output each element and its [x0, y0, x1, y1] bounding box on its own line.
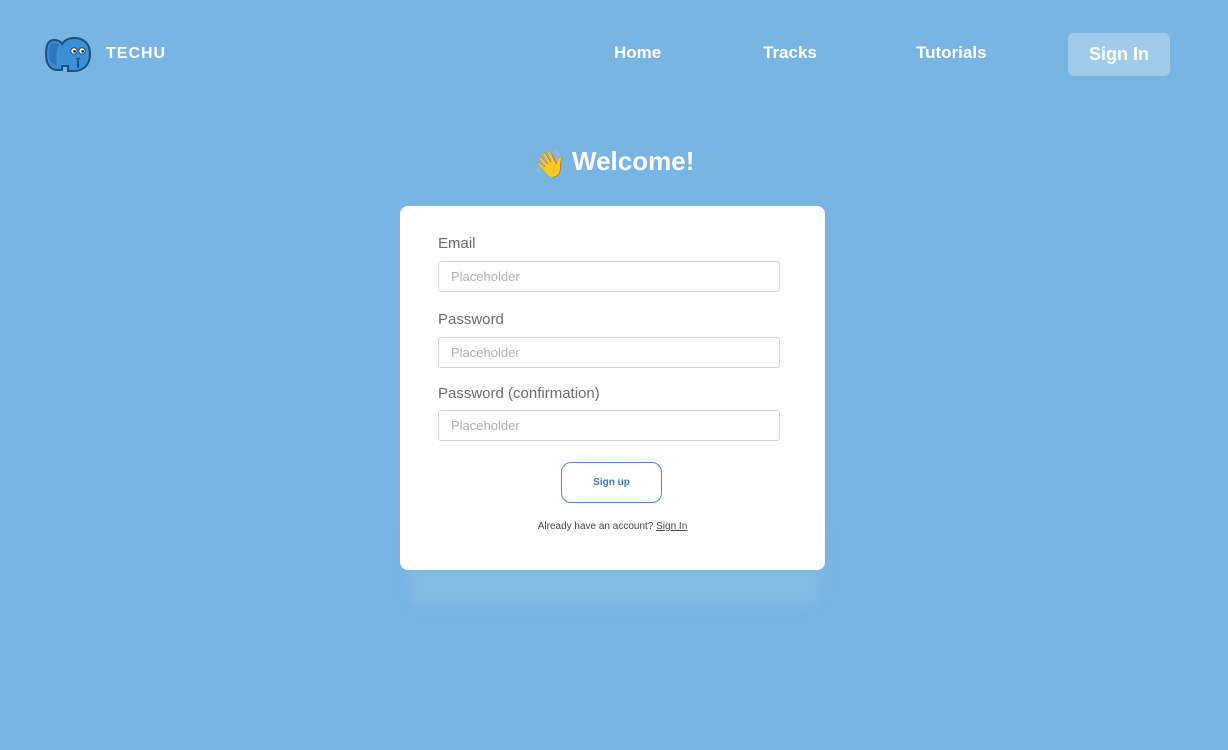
elephant-mascot-icon — [44, 36, 92, 72]
logo[interactable]: TECHU — [44, 34, 166, 74]
email-field[interactable] — [438, 261, 780, 292]
brand-name: TECHU — [106, 45, 167, 62]
signup-form-card: Email Password Password (confirmation) S… — [400, 206, 825, 570]
waving-hand-icon: 👋 — [533, 149, 567, 179]
page-title: 👋 Welcome! — [0, 146, 1228, 180]
password-confirmation-label: Password (confirmation) — [438, 385, 600, 402]
email-label: Email — [438, 235, 476, 252]
password-label: Password — [438, 311, 504, 328]
sign-in-link[interactable]: Sign In — [656, 521, 687, 532]
nav-home[interactable]: Home — [614, 43, 661, 63]
welcome-heading: Welcome! — [572, 146, 695, 176]
nav-tracks[interactable]: Tracks — [763, 43, 817, 63]
password-confirmation-field[interactable] — [438, 410, 780, 441]
nav-tutorials[interactable]: Tutorials — [916, 43, 987, 63]
sign-in-prompt: Already have an account? Sign In — [400, 521, 825, 532]
top-navigation-bar: TECHU Home Tracks Tutorials Sign In — [0, 0, 1228, 108]
password-field[interactable] — [438, 337, 780, 368]
sign-up-button[interactable]: Sign up — [561, 462, 662, 503]
account-prompt-text: Already have an account? — [537, 521, 654, 532]
header-sign-in-button[interactable]: Sign In — [1068, 33, 1170, 76]
